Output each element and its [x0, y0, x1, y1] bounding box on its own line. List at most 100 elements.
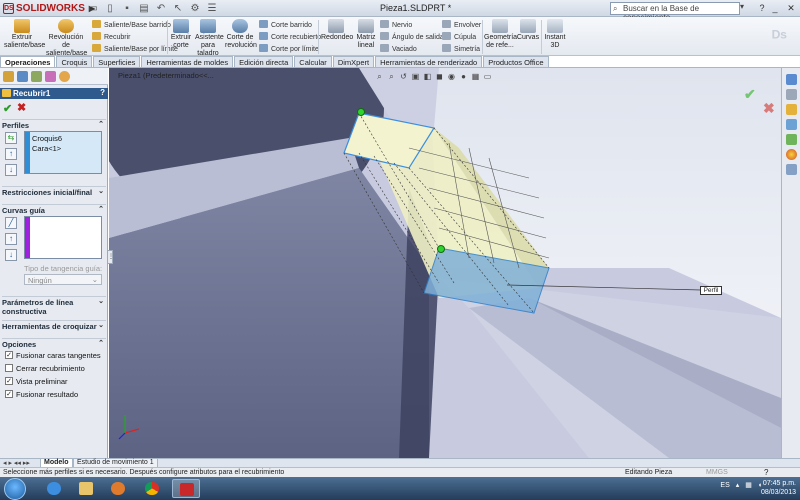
confirm-corner-cancel-icon[interactable]: ✖: [763, 100, 775, 117]
section-view-icon[interactable]: ▣: [411, 72, 420, 81]
taskbar-ie[interactable]: [40, 479, 68, 498]
extrude-boss-button[interactable]: Extruir saliente/base: [4, 19, 45, 50]
help-status-icon[interactable]: ?: [764, 468, 768, 477]
hide-show-icon[interactable]: ◉: [447, 72, 456, 81]
custom-properties-icon[interactable]: [786, 164, 797, 175]
rebuild-icon[interactable]: ⚙: [188, 3, 202, 14]
boundary-boss-button[interactable]: Saliente/Base por límite: [92, 44, 178, 54]
curves-button[interactable]: Curvas: [516, 19, 540, 42]
network-icon[interactable]: ▦: [745, 482, 752, 489]
lofted-cut-button[interactable]: Corte recubierto: [259, 32, 321, 42]
checkbox-vista-preliminar[interactable]: ✓: [5, 377, 13, 385]
shell-button[interactable]: Vaciado: [380, 44, 417, 54]
extrude-cut-button[interactable]: Extruir corte: [169, 19, 193, 50]
swept-cut-button[interactable]: Corte barrido: [259, 20, 312, 30]
knowledge-base-search[interactable]: ⌕ Buscar en la Base de conocimiento: [610, 2, 740, 22]
group-herramientas-croquizar[interactable]: Herramientas de croquizar ⌄: [2, 320, 106, 331]
move-up-icon[interactable]: ↑: [5, 233, 17, 245]
group-parametros[interactable]: Parámetros de línea constructiva ⌄: [2, 296, 106, 316]
panel-splitter-handle[interactable]: ⋮: [107, 250, 114, 264]
print-icon[interactable]: ▤: [137, 3, 151, 14]
save-icon[interactable]: ▪: [120, 3, 134, 14]
view-orientation-icon[interactable]: ◧: [423, 72, 432, 81]
revolve-boss-button[interactable]: Revolución de saliente/base: [46, 19, 87, 58]
hole-wizard-button[interactable]: Asistente para taladro: [195, 19, 224, 58]
checkbox-fusionar-resultado[interactable]: ✓: [5, 390, 13, 398]
status-units[interactable]: MMGS: [706, 469, 728, 476]
feature-breadcrumb[interactable]: Pieza1 (Predeterminado<<...: [118, 71, 214, 80]
dome-button[interactable]: Cúpula: [442, 32, 476, 42]
rib-button[interactable]: Nervio: [380, 20, 412, 30]
display-manager-icon[interactable]: [59, 71, 70, 82]
language-indicator[interactable]: ES: [720, 482, 729, 489]
group-opciones[interactable]: Opciones ⌃: [2, 338, 106, 349]
help-icon[interactable]: ?: [100, 88, 105, 97]
group-restricciones[interactable]: Restricciones inicial/final ⌄: [2, 186, 106, 197]
file-explorer-icon[interactable]: [786, 104, 797, 115]
tab-scroll-arrows-icon[interactable]: ◂ ▸ ◂◂ ▸▸: [3, 459, 30, 467]
appearances-icon[interactable]: [786, 134, 797, 145]
minimize-icon[interactable]: _: [769, 2, 781, 14]
solidworks-resources-icon[interactable]: [786, 74, 797, 85]
list-item[interactable]: Cara<1>: [32, 144, 61, 153]
tray-arrow-icon[interactable]: ▴: [736, 482, 740, 489]
options-icon[interactable]: ☰: [205, 3, 219, 14]
help-icon[interactable]: ?: [756, 2, 768, 14]
tangency-dropdown[interactable]: Ningún ⌄: [24, 274, 102, 285]
previous-view-icon[interactable]: ↺: [399, 72, 408, 81]
taskbar-chrome[interactable]: [138, 479, 166, 498]
checkbox-fusionar-caras[interactable]: ✓: [5, 351, 13, 359]
mirror-button[interactable]: Simetría: [442, 44, 480, 54]
open-icon[interactable]: ▯: [103, 3, 117, 14]
zoom-fit-icon[interactable]: ⌕: [375, 72, 384, 81]
select-icon[interactable]: ↖: [171, 3, 185, 14]
group-perfiles[interactable]: Perfiles ⌃: [2, 119, 106, 130]
swept-boss-button[interactable]: Saliente/Base barrido: [92, 20, 171, 30]
configuration-manager-icon[interactable]: [31, 71, 42, 82]
guide-curves-list[interactable]: [24, 216, 102, 259]
confirm-corner-ok-icon[interactable]: ✔: [744, 86, 756, 103]
checkbox-cerrar-recubrimiento[interactable]: [5, 364, 13, 372]
taskbar-explorer[interactable]: [72, 479, 100, 498]
property-manager-icon[interactable]: [17, 71, 28, 82]
view-palette-icon[interactable]: [786, 119, 797, 130]
feature-tree-icon[interactable]: [3, 71, 14, 82]
instant3d-button[interactable]: Instant 3D: [542, 19, 568, 50]
solidworks-logo[interactable]: DS SOLIDWORKS ▶: [3, 2, 95, 15]
display-style-icon[interactable]: ◼: [435, 72, 444, 81]
ok-check-icon[interactable]: ✔: [3, 102, 12, 115]
loft-button[interactable]: Recubrir: [92, 32, 130, 42]
wrap-icon: [442, 20, 451, 28]
zoom-area-icon[interactable]: ⌕: [387, 72, 396, 81]
graphics-area[interactable]: [109, 68, 781, 458]
reference-geometry-button[interactable]: Geometría de refe...: [484, 19, 517, 50]
cancel-x-icon[interactable]: ✖: [17, 101, 26, 114]
start-button[interactable]: [4, 478, 26, 500]
design-library-icon[interactable]: [786, 89, 797, 100]
wrap-button[interactable]: Envolver: [442, 20, 481, 30]
scenes-icon[interactable]: [786, 149, 797, 160]
taskbar-media[interactable]: [104, 479, 132, 498]
undo-icon[interactable]: ↶: [154, 3, 168, 14]
list-item[interactable]: Croquis6: [32, 134, 62, 143]
appearance-icon[interactable]: ●: [459, 72, 468, 81]
draft-button[interactable]: Ángulo de salida: [380, 32, 444, 42]
move-down-icon[interactable]: ↓: [5, 164, 17, 176]
profile-callout[interactable]: Perfil: [700, 286, 722, 295]
move-up-icon[interactable]: ↑: [5, 148, 17, 160]
close-icon[interactable]: ✕: [785, 2, 797, 14]
revolve-cut-button[interactable]: Corte de revolución: [225, 19, 257, 50]
group-curvas-guia[interactable]: Curvas guía ⌃: [2, 204, 106, 215]
new-document-icon[interactable]: ▭: [86, 3, 100, 14]
dimxpert-manager-icon[interactable]: [45, 71, 56, 82]
move-down-icon[interactable]: ↓: [5, 249, 17, 261]
taskbar-solidworks[interactable]: [172, 479, 200, 498]
clock[interactable]: 07:45 p.m. 08/03/2013: [761, 479, 796, 497]
view-settings-icon[interactable]: ▭: [483, 72, 492, 81]
search-dropdown-icon[interactable]: ▾: [740, 2, 751, 15]
boundary-cut-button[interactable]: Corte por límite: [259, 44, 319, 54]
fillet-button[interactable]: Redondeo: [321, 19, 353, 42]
linear-pattern-button[interactable]: Matriz lineal: [354, 19, 378, 50]
model-view: [109, 68, 781, 458]
scene-icon[interactable]: ▦: [471, 72, 480, 81]
